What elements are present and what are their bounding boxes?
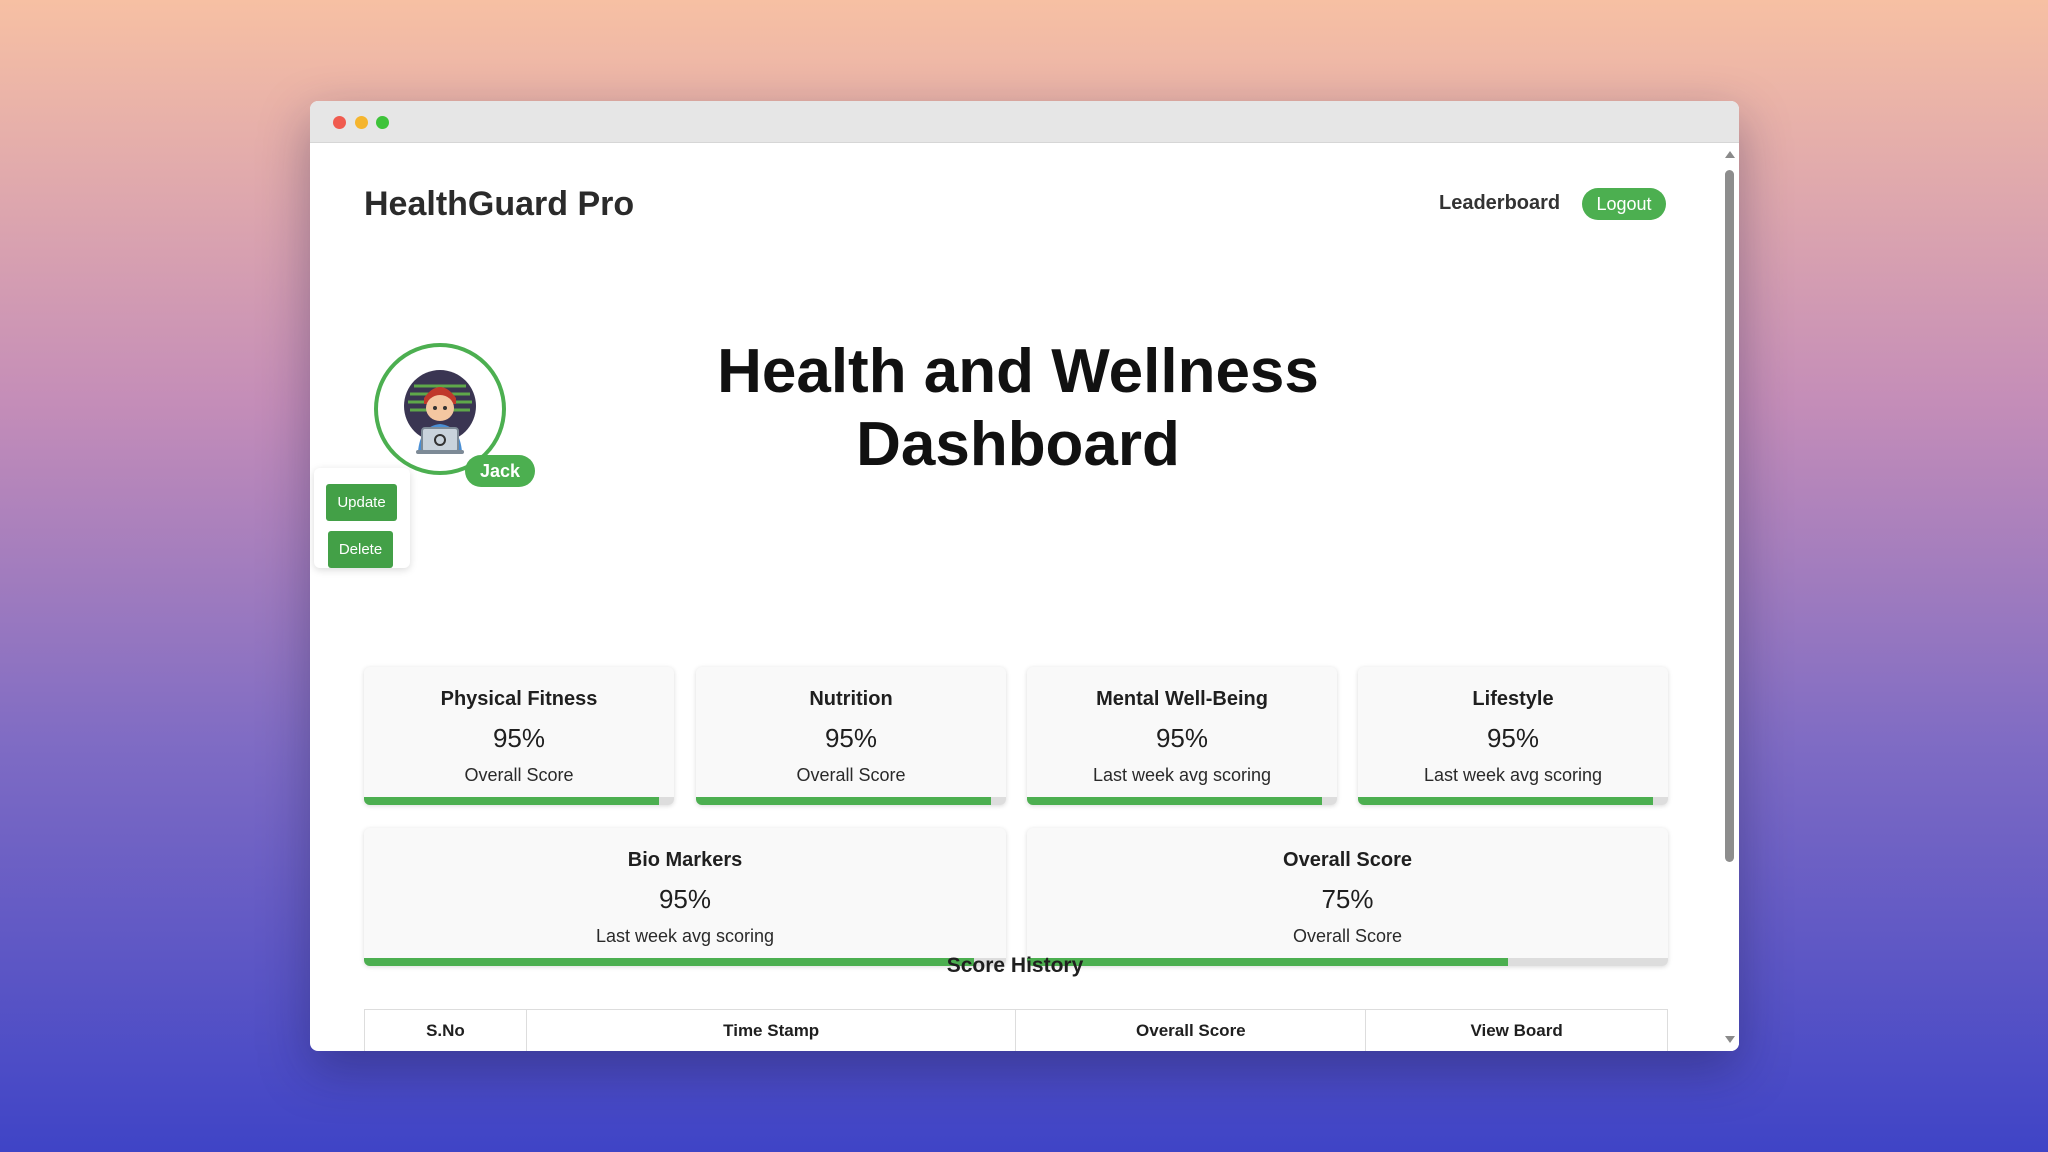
progress-fill: [1027, 797, 1322, 805]
card-caption: Last week avg scoring: [1092, 765, 1272, 785]
progress-bar: [1027, 797, 1337, 805]
card-nutrition: Nutrition 95% Overall Score: [696, 667, 1006, 805]
card-caption: Overall Score: [464, 765, 574, 785]
vertical-scrollbar[interactable]: [1720, 143, 1739, 1051]
progress-fill: [696, 797, 991, 805]
progress-bar: [1358, 797, 1668, 805]
page-title-line-2: Dashboard: [856, 410, 1180, 479]
progress-fill: [364, 797, 659, 805]
card-title: Overall Score: [1283, 849, 1412, 871]
user-avatar-icon: [404, 370, 476, 454]
column-header-time-stamp: Time Stamp: [525, 1009, 1017, 1051]
table-header-row: S.No Time Stamp Overall Score View Board: [364, 1009, 1668, 1051]
leaderboard-link[interactable]: Leaderboard: [1439, 192, 1560, 215]
card-caption: Overall Score: [796, 765, 906, 785]
score-history-title: Score History: [946, 954, 1084, 977]
card-value: 95%: [492, 723, 546, 753]
card-mental-well-being: Mental Well-Being 95% Last week avg scor…: [1027, 667, 1337, 805]
user-name-badge: Jack: [465, 455, 535, 487]
card-title: Physical Fitness: [440, 688, 598, 710]
card-caption: Overall Score: [1292, 926, 1403, 946]
card-lifestyle: Lifestyle 95% Last week avg scoring: [1358, 667, 1668, 805]
scroll-up-arrow-icon[interactable]: [1725, 151, 1735, 158]
card-overall-score: Overall Score 75% Overall Score: [1027, 828, 1668, 966]
page-title-line-1: Health and Wellness: [717, 337, 1319, 406]
logout-button[interactable]: Logout: [1582, 188, 1666, 220]
scrollbar-thumb[interactable]: [1725, 170, 1734, 862]
card-value: 95%: [658, 884, 712, 914]
column-header-sno: S.No: [364, 1009, 527, 1051]
page-content: HealthGuard Pro Leaderboard Logout Jack …: [310, 143, 1720, 1051]
card-value: 75%: [1321, 884, 1374, 914]
progress-bar: [696, 797, 1006, 805]
minimize-window-button[interactable]: [355, 116, 368, 129]
score-history-table: S.No Time Stamp Overall Score View Board: [364, 1009, 1668, 1051]
card-title: Nutrition: [809, 688, 893, 710]
card-value: 95%: [824, 723, 878, 753]
delete-button[interactable]: Delete: [328, 531, 393, 568]
window-titlebar: [310, 101, 1739, 143]
card-value: 95%: [1155, 723, 1209, 753]
profile-action-panel: Update Delete: [314, 468, 410, 568]
maximize-window-button[interactable]: [376, 116, 389, 129]
column-header-overall-score: Overall Score: [1015, 1009, 1367, 1051]
card-physical-fitness: Physical Fitness 95% Overall Score: [364, 667, 674, 805]
app-title: HealthGuard Pro: [364, 185, 635, 223]
card-title: Lifestyle: [1472, 688, 1554, 710]
close-window-button[interactable]: [333, 116, 346, 129]
progress-bar: [364, 797, 674, 805]
progress-fill: [1358, 797, 1653, 805]
card-bio-markers: Bio Markers 95% Last week avg scoring: [364, 828, 1006, 966]
browser-window: HealthGuard Pro Leaderboard Logout Jack …: [310, 101, 1739, 1051]
card-caption: Last week avg scoring: [1423, 765, 1603, 785]
scroll-down-arrow-icon[interactable]: [1725, 1036, 1735, 1043]
card-value: 95%: [1486, 723, 1540, 753]
update-button[interactable]: Update: [326, 484, 397, 521]
card-title: Bio Markers: [627, 849, 743, 871]
card-title: Mental Well-Being: [1096, 688, 1268, 710]
column-header-view-board: View Board: [1365, 1009, 1668, 1051]
page-title: Health and Wellness Dashboard: [610, 335, 1426, 481]
card-caption: Last week avg scoring: [595, 926, 775, 946]
